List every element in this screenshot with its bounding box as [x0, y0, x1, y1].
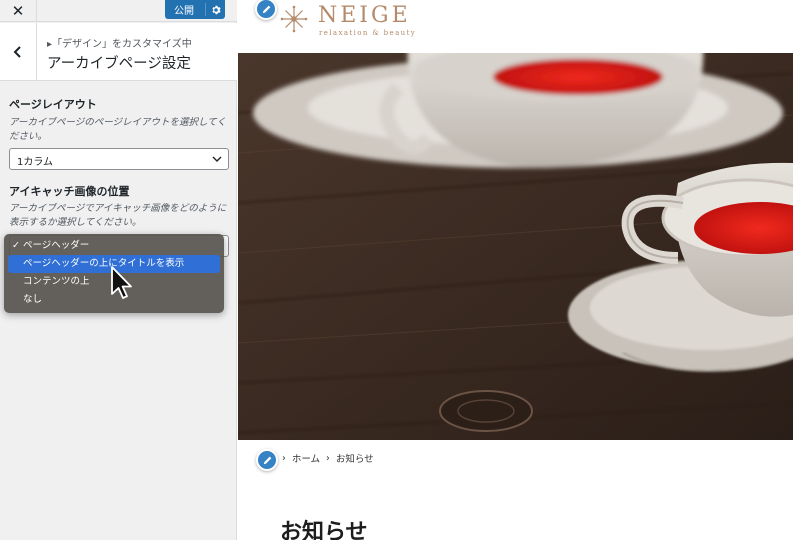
gear-icon[interactable]: [211, 5, 221, 15]
dropdown-option-label: ページヘッダー: [23, 240, 90, 251]
breadcrumb-current: お知らせ: [335, 454, 374, 465]
page-layout-selected: 1カラム: [17, 157, 54, 168]
page-title: お知らせ: [280, 519, 368, 540]
chevron-down-icon: [212, 156, 222, 162]
mouse-cursor-icon: [111, 266, 132, 299]
customizing-breadcrumb: ▸「デザイン」をカスタマイズ中: [47, 39, 192, 50]
customizer-topbar: ✕ 公開: [0, 0, 237, 22]
publish-divider: [205, 3, 206, 16]
site-logo-text[interactable]: NEIGE: [318, 3, 411, 28]
breadcrumb-home[interactable]: ホーム: [292, 451, 320, 465]
dropdown-option-label: ページヘッダーの上にタイトルを表示: [23, 258, 185, 269]
page-layout-description: アーカイブページのページレイアウトを選択してください。: [9, 117, 226, 142]
eyecatch-position-description: アーカイブページでアイキャッチ画像をどのように表示するか選択してください。: [9, 203, 227, 228]
close-button[interactable]: ✕: [0, 0, 37, 22]
edit-shortcut-breadcrumb[interactable]: [256, 449, 278, 471]
back-button[interactable]: [0, 23, 37, 81]
breadcrumb-separator: ›: [282, 452, 286, 464]
site-logo-tagline: relaxation & beauty: [319, 29, 417, 37]
breadcrumb-separator: ›: [326, 452, 330, 464]
page-layout-label: ページレイアウト: [9, 98, 97, 111]
section-header: ▸「デザイン」をカスタマイズ中 アーカイブページ設定: [0, 23, 237, 81]
dropdown-option-label: コンテンツの上: [23, 276, 90, 287]
chevron-left-icon: [13, 46, 21, 58]
dropdown-option-label: なし: [23, 294, 43, 305]
publish-label: 公開: [174, 6, 194, 17]
pencil-icon: [262, 5, 270, 13]
edit-shortcut-logo[interactable]: [255, 0, 277, 20]
dropdown-option-page-header[interactable]: ✓ ページヘッダー: [8, 237, 220, 255]
breadcrumb: › ホーム › お知らせ: [282, 451, 374, 466]
page-layout-select[interactable]: 1カラム: [9, 148, 229, 170]
close-icon: ✕: [11, 2, 25, 20]
section-title: アーカイブページ設定: [47, 56, 191, 72]
hero-eyecatch-image: [238, 53, 793, 440]
snowflake-logo-icon: [280, 5, 308, 33]
eyecatch-position-label: アイキャッチ画像の位置: [9, 185, 130, 198]
pencil-icon: [263, 456, 271, 464]
publish-button[interactable]: 公開: [165, 0, 225, 19]
checkmark-icon: ✓: [12, 240, 20, 251]
site-preview: NEIGE relaxation & beauty › ホーム › お知らせ お…: [238, 0, 793, 540]
